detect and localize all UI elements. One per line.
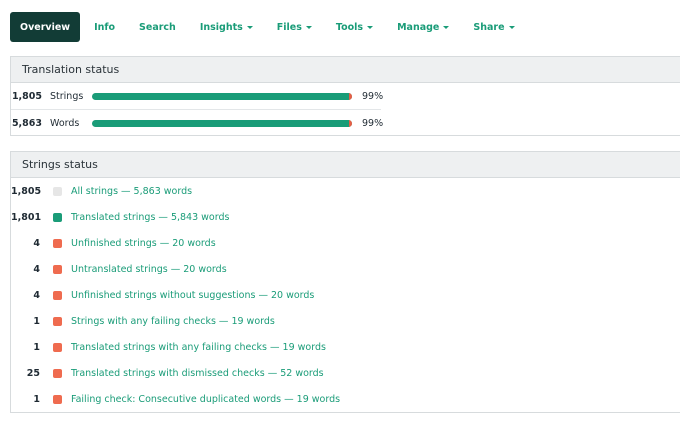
words-progress-bar — [92, 119, 352, 127]
list-item: 1 Strings with any failing checks — 19 wo… — [11, 308, 680, 334]
item-link[interactable]: Strings with any failing checks — 19 wor… — [71, 316, 275, 327]
tab-label: Manage — [397, 21, 440, 33]
item-link[interactable]: Unfinished strings — 20 words — [71, 238, 216, 249]
tab-insights[interactable]: Insights — [190, 12, 263, 42]
words-label: Words — [50, 117, 80, 129]
caret-down-icon — [305, 26, 312, 29]
caret-down-icon — [508, 26, 515, 29]
item-link[interactable]: Translated strings with dismissed checks… — [71, 368, 324, 379]
tab-label: Tools — [335, 21, 364, 33]
caret-down-icon — [443, 26, 450, 29]
strings-progress-bar — [92, 92, 352, 100]
list-item: 4 Untranslated strings — 20 words — [11, 256, 680, 282]
item-link[interactable]: All strings — 5,863 words — [71, 186, 192, 197]
panel-title: Strings status — [11, 152, 680, 178]
status-color-square — [53, 212, 62, 222]
list-item: 1,805 All strings — 5,863 words — [11, 178, 680, 204]
status-color-square — [53, 238, 62, 248]
list-item: 4 Unfinished strings — 20 words — [11, 230, 680, 256]
tab-files[interactable]: Files — [267, 12, 322, 42]
status-color-square — [53, 368, 62, 378]
item-count: 4 — [33, 289, 40, 301]
status-color-square — [53, 394, 62, 404]
list-item: 4 Unfinished strings without suggestions … — [11, 282, 680, 308]
tab-share[interactable]: Share — [463, 12, 524, 42]
tab-label: Search — [139, 21, 176, 33]
item-link[interactable]: Unfinished strings without suggestions —… — [71, 290, 314, 301]
item-count: 25 — [26, 367, 40, 379]
item-link[interactable]: Translated strings — 5,843 words — [71, 212, 229, 223]
strings-status-panel: Strings status 1,805 All strings — 5,863 … — [10, 151, 680, 413]
item-count: 1,805 — [11, 185, 42, 197]
strings-count: 1,805 — [11, 90, 42, 102]
progress-remaining — [349, 92, 352, 100]
status-color-square — [53, 290, 62, 300]
tab-tools[interactable]: Tools — [326, 12, 383, 42]
tab-label: Share — [473, 21, 505, 33]
status-color-square — [53, 316, 62, 326]
caret-down-icon — [246, 26, 253, 29]
status-color-square — [53, 186, 62, 196]
strings-status-list: 1,805 All strings — 5,863 words 1,801 Tran… — [11, 178, 680, 412]
item-count: 1,801 — [11, 211, 42, 223]
words-count: 5,863 — [11, 117, 42, 129]
tab-search[interactable]: Search — [129, 12, 186, 42]
list-item: 1 Failing check: Consecutive duplicated w… — [11, 386, 680, 412]
caret-down-icon — [367, 26, 374, 29]
tab-manage[interactable]: Manage — [387, 12, 459, 42]
main-nav: Overview Info Search Insights Files Tool… — [10, 12, 529, 42]
translation-status-panel: Translation status 1,805 Strings 99% 5,8… — [10, 56, 680, 136]
words-percent: 99% — [362, 117, 384, 129]
tab-label: Files — [276, 21, 302, 33]
item-link[interactable]: Failing check: Consecutive duplicated wo… — [71, 394, 340, 405]
status-color-square — [53, 342, 62, 352]
tab-overview[interactable]: Overview — [10, 12, 81, 42]
status-color-square — [53, 264, 62, 274]
tab-label: Overview — [20, 21, 71, 33]
list-item: 1 Translated strings with any failing che… — [11, 334, 680, 360]
item-link[interactable]: Untranslated strings — 20 words — [71, 264, 227, 275]
list-item: 1,801 Translated strings — 5,843 words — [11, 204, 680, 230]
item-count: 1 — [33, 393, 40, 405]
progress-remaining — [349, 119, 352, 127]
item-count: 1 — [33, 315, 40, 327]
item-count: 4 — [33, 237, 40, 249]
item-link[interactable]: Translated strings with any failing chec… — [71, 342, 326, 353]
item-count: 4 — [33, 263, 40, 275]
strings-label: Strings — [50, 90, 84, 102]
list-item: 25 Translated strings with dismissed chec… — [11, 360, 680, 386]
strings-progress-row: 1,805 Strings 99% — [11, 83, 384, 110]
tab-label: Insights — [199, 21, 243, 33]
panel-title: Translation status — [11, 57, 680, 83]
tab-label: Info — [94, 21, 116, 33]
item-count: 1 — [33, 341, 40, 353]
tab-info[interactable]: Info — [84, 12, 125, 42]
words-progress-row: 5,863 Words 99% — [11, 110, 384, 136]
strings-percent: 99% — [362, 90, 384, 102]
